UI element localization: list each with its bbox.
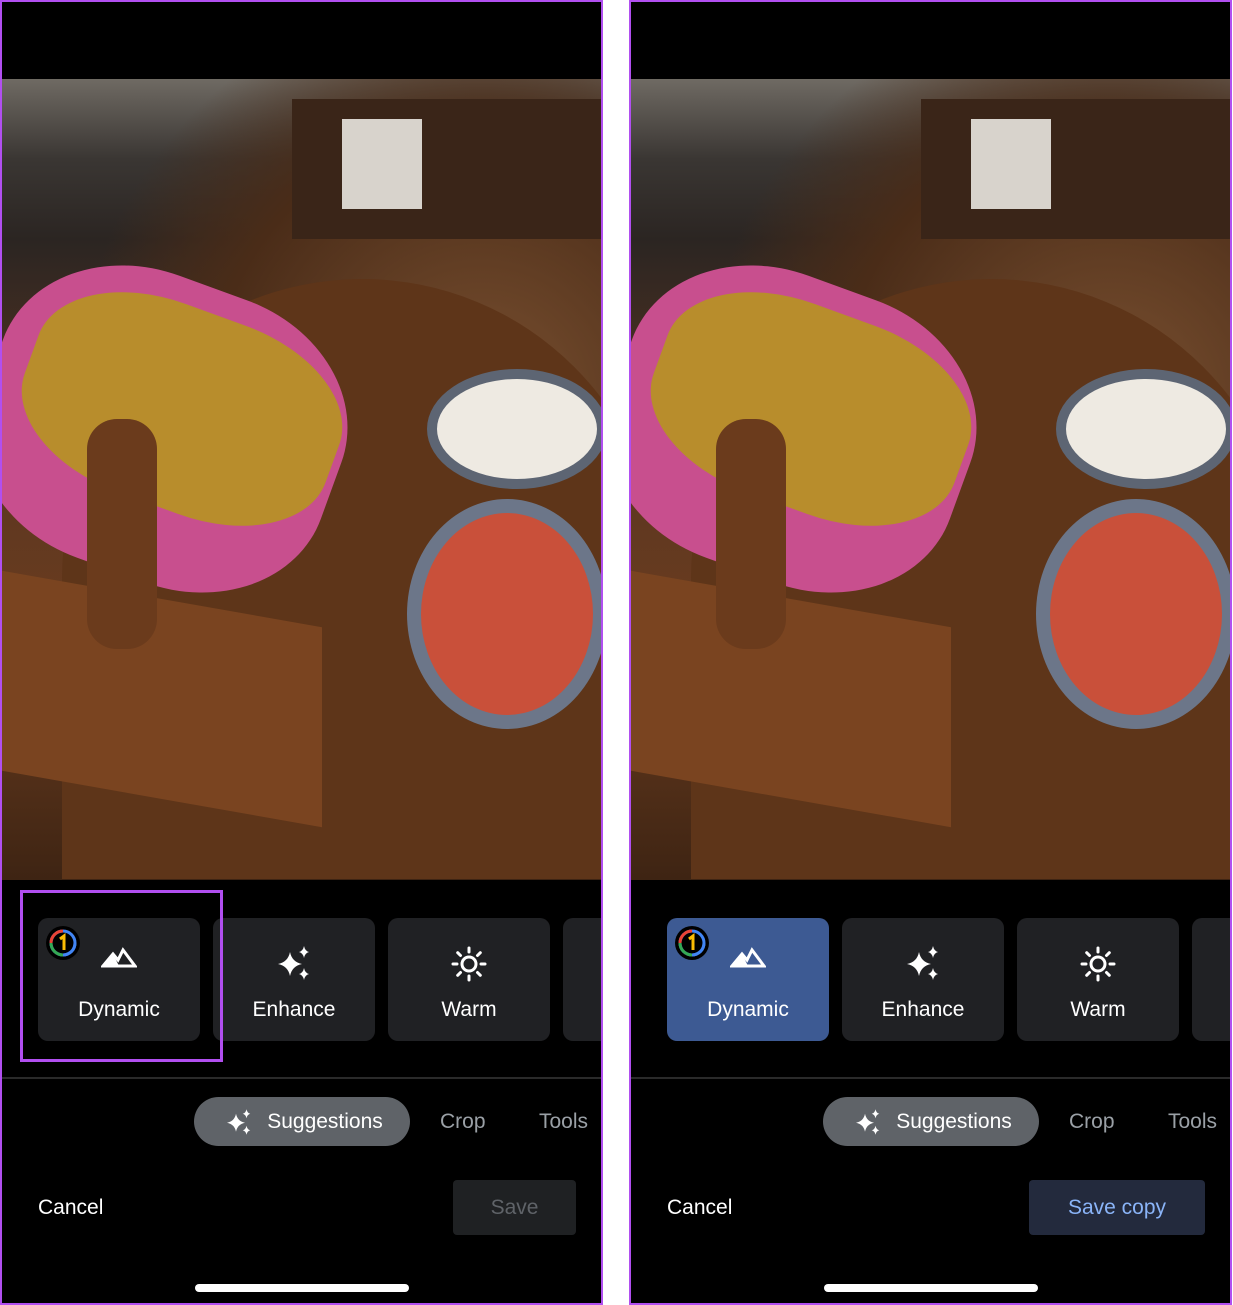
mountain-icon bbox=[667, 946, 829, 978]
suggestion-card-more[interactable] bbox=[563, 918, 601, 1041]
suggestion-card-dynamic[interactable]: Dynamic bbox=[667, 918, 829, 1041]
sun-icon bbox=[1017, 946, 1179, 982]
divider bbox=[2, 1077, 601, 1079]
tab-suggestions[interactable]: Suggestions bbox=[194, 1097, 410, 1146]
cancel-button[interactable]: Cancel bbox=[667, 1196, 732, 1220]
tab-label: Suggestions bbox=[896, 1109, 1012, 1133]
suggestion-card-enhance[interactable]: Enhance bbox=[213, 918, 375, 1041]
sparkle-icon bbox=[842, 946, 1004, 980]
tab-label: Suggestions bbox=[267, 1109, 383, 1133]
home-indicator[interactable] bbox=[195, 1284, 409, 1292]
card-label: Enhance bbox=[252, 998, 336, 1021]
save-button[interactable]: Save bbox=[453, 1180, 576, 1235]
photo-preview bbox=[631, 79, 1230, 880]
highlight-box bbox=[20, 890, 223, 1062]
card-label: Warm bbox=[441, 998, 497, 1021]
phone-screen-before: Dynamic Enhance Warm Suggestions Crop Tool… bbox=[0, 0, 603, 1305]
phone-screen-after: Dynamic Enhance Warm Suggestions Crop Tool… bbox=[629, 0, 1232, 1305]
sparkle-icon bbox=[213, 946, 375, 980]
sparkle-icon bbox=[226, 1108, 253, 1135]
suggestion-card-more[interactable] bbox=[1192, 918, 1230, 1041]
photo-preview bbox=[2, 79, 601, 880]
sun-icon bbox=[388, 946, 550, 982]
suggestion-card-warm[interactable]: Warm bbox=[388, 918, 550, 1041]
cancel-button[interactable]: Cancel bbox=[38, 1196, 103, 1220]
home-indicator[interactable] bbox=[824, 1284, 1038, 1292]
tab-crop[interactable]: Crop bbox=[1069, 1110, 1115, 1134]
tab-suggestions[interactable]: Suggestions bbox=[823, 1097, 1039, 1146]
card-label: Enhance bbox=[881, 998, 965, 1021]
tab-tools[interactable]: Tools bbox=[539, 1110, 588, 1134]
card-label: Warm bbox=[1070, 998, 1126, 1021]
tab-tools[interactable]: Tools bbox=[1168, 1110, 1217, 1134]
sparkle-icon bbox=[855, 1108, 882, 1135]
card-label: Dynamic bbox=[707, 998, 789, 1021]
suggestion-card-enhance[interactable]: Enhance bbox=[842, 918, 1004, 1041]
tab-crop[interactable]: Crop bbox=[440, 1110, 486, 1134]
divider bbox=[631, 1077, 1230, 1079]
suggestion-card-warm[interactable]: Warm bbox=[1017, 918, 1179, 1041]
save-copy-button[interactable]: Save copy bbox=[1029, 1180, 1205, 1235]
